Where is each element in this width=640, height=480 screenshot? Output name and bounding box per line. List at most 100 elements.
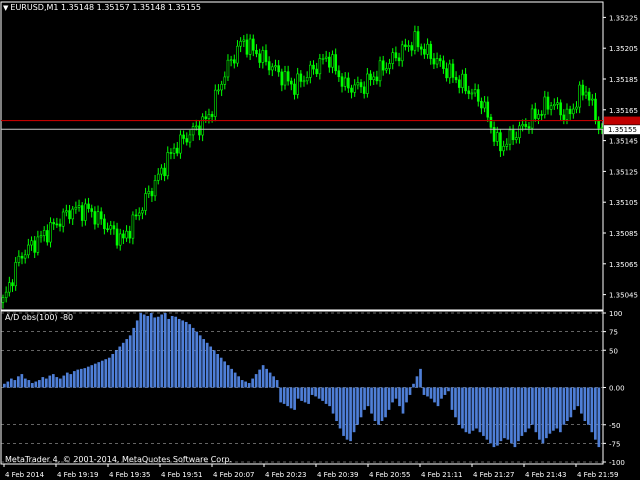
candle-body — [423, 48, 426, 55]
candle-body — [486, 101, 490, 118]
candle-body — [242, 39, 246, 42]
candle-body — [128, 230, 132, 239]
candle-body — [217, 89, 220, 92]
candle-body — [385, 68, 388, 71]
indicator-bar — [209, 346, 213, 388]
candle-body — [55, 223, 59, 226]
indicator-bar — [597, 387, 601, 448]
indicator-bar — [426, 387, 429, 397]
indicator-bar — [156, 316, 160, 388]
candle-body — [559, 102, 562, 116]
indicator-bar — [482, 387, 485, 436]
indicator-bar — [104, 359, 108, 388]
candle-body — [426, 43, 429, 55]
candle-body — [182, 134, 185, 139]
indicator-bar — [275, 380, 279, 388]
indicator-axis-label: -75 — [609, 440, 620, 448]
candle-body — [160, 167, 163, 175]
indicator-bar — [23, 378, 27, 388]
indicator-bar — [307, 387, 310, 404]
indicator-bar — [310, 387, 314, 395]
indicator-bar — [142, 314, 146, 388]
indicator-bar — [205, 342, 209, 388]
indicator-bar — [489, 387, 492, 444]
indicator-bar — [317, 387, 321, 399]
indicator-bar — [240, 380, 244, 388]
indicator-bar — [527, 387, 531, 429]
candle-body — [166, 152, 170, 177]
candle-body — [122, 233, 125, 239]
indicator-bar — [258, 369, 261, 388]
candle-body — [286, 71, 290, 82]
candle-body — [388, 63, 391, 69]
indicator-bar — [86, 366, 90, 388]
metatrader-chart-window[interactable]: ▼ EURUSD,M1 1.35148 1.35157 1.35148 1.351… — [0, 0, 640, 480]
indicator-bar — [349, 387, 352, 442]
candle-body — [201, 116, 204, 136]
candle-body — [397, 57, 401, 62]
candle-body — [533, 108, 537, 119]
time-axis-label: 4 Feb 21:59 — [577, 471, 618, 479]
candle-body — [267, 61, 271, 71]
candle-body — [594, 98, 597, 122]
indicator-bar — [338, 387, 342, 429]
indicator-bar — [293, 387, 296, 410]
candle-body — [77, 205, 81, 208]
candle-body — [277, 65, 280, 73]
candle-body — [4, 291, 8, 298]
candle-body — [435, 58, 439, 65]
candle-body — [134, 214, 138, 217]
candle-body — [416, 31, 420, 48]
indicator-bar — [153, 317, 157, 388]
indicator-bar — [314, 387, 317, 397]
indicator-bar — [125, 339, 129, 388]
candle-body — [524, 124, 528, 127]
indicator-bar — [51, 374, 55, 388]
candle-body — [451, 63, 455, 78]
candle-body — [394, 52, 398, 59]
time-axis-label: 4 Feb 2014 — [5, 471, 45, 479]
indicator-bar — [569, 387, 573, 418]
candle-body — [191, 126, 195, 136]
price-panel-frame — [0, 1, 604, 311]
candle-body — [572, 108, 575, 115]
indicator-bar — [408, 387, 412, 395]
indicator-bar — [331, 387, 335, 414]
indicator-bar — [174, 316, 178, 388]
indicator-bar — [286, 387, 289, 407]
chart-canvas[interactable]: 1.35225 1.35205 1.35185 1.35165 1.35145 1.351… — [0, 0, 640, 480]
candle-body — [299, 73, 303, 82]
indicator-bar — [282, 387, 286, 404]
candle-body — [283, 71, 287, 86]
candle-body — [179, 134, 182, 154]
candle-body — [264, 50, 268, 62]
indicator-bar — [76, 369, 80, 388]
indicator-bar — [450, 387, 454, 410]
candle-body — [30, 240, 33, 246]
indicator-bar — [429, 387, 433, 399]
indicator-bar — [265, 368, 268, 388]
indicator-bar — [335, 387, 338, 422]
price-axis-label: 1.35225 — [609, 14, 638, 22]
candle-body — [226, 59, 230, 78]
candle-body — [194, 125, 198, 128]
candle-body — [400, 44, 404, 62]
price-axis-label: 1.35185 — [609, 76, 638, 84]
indicator-bar — [65, 372, 69, 388]
indicator-bar — [160, 314, 164, 388]
candle-body — [410, 45, 414, 51]
candle-body — [207, 114, 211, 119]
candle-body — [483, 101, 486, 109]
candle-body — [407, 45, 410, 47]
indicator-bar — [419, 368, 422, 388]
indicator-bar — [496, 387, 499, 446]
candle-body — [464, 73, 467, 92]
candle-body — [413, 31, 417, 51]
indicator-bar — [321, 387, 324, 401]
candle-body — [372, 76, 376, 80]
indicator-bar — [139, 313, 143, 388]
candle-body — [144, 193, 147, 211]
candle-body — [315, 68, 318, 75]
candle-body — [17, 255, 21, 263]
indicator-bar — [398, 387, 401, 407]
